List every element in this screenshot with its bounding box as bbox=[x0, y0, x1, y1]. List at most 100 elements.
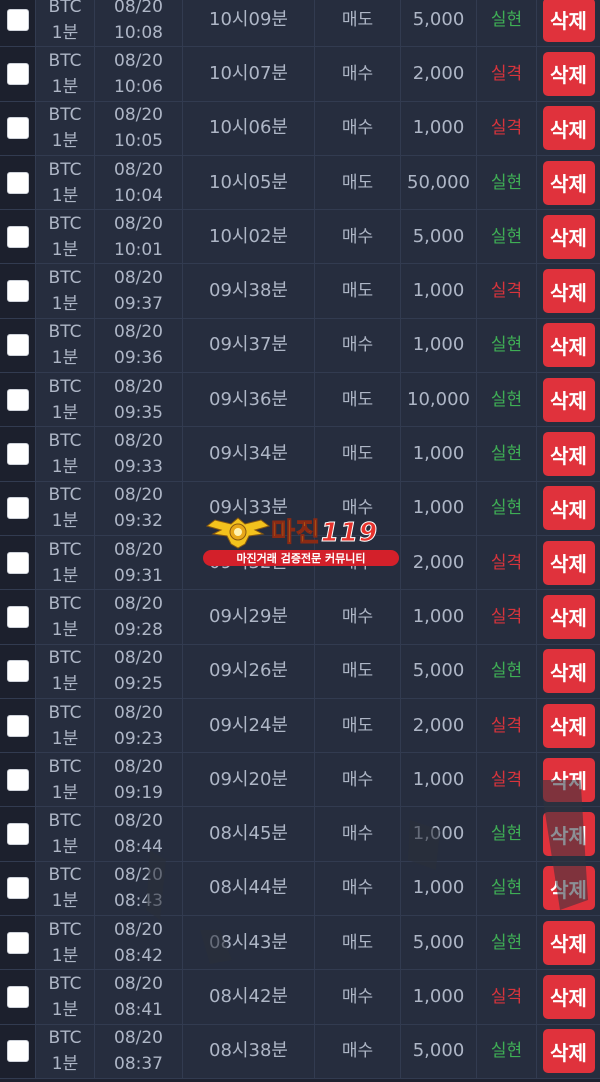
interval: 1분 bbox=[51, 511, 79, 532]
side-cell: 매수 bbox=[315, 1024, 401, 1078]
delete-button[interactable]: 삭제 bbox=[542, 486, 595, 531]
round-cell: 09시36분 bbox=[183, 373, 315, 427]
amount-cell: 10,000 bbox=[401, 373, 477, 427]
delete-button[interactable]: 삭제 bbox=[542, 703, 595, 748]
date: 08/20 bbox=[114, 322, 163, 343]
symbol: BTC bbox=[48, 648, 82, 669]
delete-button[interactable]: 삭제 bbox=[542, 377, 595, 422]
result-cell: 실격 bbox=[477, 264, 537, 318]
row-checkbox[interactable] bbox=[6, 877, 29, 900]
result-cell: 실현 bbox=[477, 916, 537, 970]
interval: 1분 bbox=[51, 891, 79, 912]
delete-button[interactable]: 삭제 bbox=[542, 0, 595, 42]
delete-button[interactable]: 삭제 bbox=[542, 106, 595, 151]
row-checkbox[interactable] bbox=[6, 334, 29, 357]
clock: 08:44 bbox=[114, 837, 163, 858]
delete-button[interactable]: 삭제 bbox=[542, 812, 595, 857]
result-cell: 실격 bbox=[477, 101, 537, 155]
row-select-cell bbox=[0, 373, 36, 427]
delete-button[interactable]: 삭제 bbox=[542, 323, 595, 368]
round-cell: 09시24분 bbox=[183, 698, 315, 753]
side-cell: 매도 bbox=[315, 916, 401, 970]
row-checkbox[interactable] bbox=[6, 1040, 29, 1063]
delete-button[interactable]: 삭제 bbox=[542, 214, 595, 259]
round-cell: 10시07분 bbox=[183, 47, 315, 101]
delete-button[interactable]: 삭제 bbox=[542, 1029, 595, 1074]
delete-button[interactable]: 삭제 bbox=[542, 432, 595, 477]
symbol: BTC bbox=[48, 268, 82, 289]
symbol-cell: BTC 1분 bbox=[36, 807, 95, 861]
row-checkbox[interactable] bbox=[6, 985, 29, 1008]
action-cell: 삭제 bbox=[537, 0, 600, 47]
symbol: BTC bbox=[48, 376, 82, 397]
row-checkbox[interactable] bbox=[6, 171, 29, 194]
amount-cell: 1,000 bbox=[401, 970, 477, 1024]
row-checkbox[interactable] bbox=[6, 605, 29, 628]
table-row: BTC 1분 08/20 09:19 09시20분 매수 1,000 실격 삭제 bbox=[0, 753, 600, 808]
symbol: BTC bbox=[48, 811, 82, 832]
row-checkbox[interactable] bbox=[6, 225, 29, 248]
datetime-cell: 08/20 09:32 bbox=[95, 481, 183, 535]
delete-button[interactable]: 삭제 bbox=[542, 51, 595, 96]
row-checkbox[interactable] bbox=[6, 443, 29, 466]
date: 08/20 bbox=[114, 431, 163, 452]
delete-button[interactable]: 삭제 bbox=[542, 269, 595, 314]
symbol-cell: BTC 1분 bbox=[36, 481, 95, 535]
side-cell: 매수 bbox=[315, 807, 401, 861]
row-select-cell bbox=[0, 318, 36, 373]
symbol: BTC bbox=[48, 539, 82, 560]
date: 08/20 bbox=[114, 539, 163, 560]
symbol: BTC bbox=[48, 919, 82, 940]
symbol: BTC bbox=[48, 159, 82, 180]
symbol: BTC bbox=[48, 50, 82, 71]
row-checkbox[interactable] bbox=[6, 714, 29, 737]
symbol-cell: BTC 1분 bbox=[36, 0, 95, 47]
symbol: BTC bbox=[48, 702, 82, 723]
result-cell: 실현 bbox=[477, 644, 537, 698]
interval: 1분 bbox=[51, 837, 79, 858]
delete-button[interactable]: 삭제 bbox=[542, 540, 595, 585]
date: 08/20 bbox=[114, 105, 163, 126]
symbol-cell: BTC 1분 bbox=[36, 427, 95, 481]
row-checkbox[interactable] bbox=[6, 497, 29, 520]
row-checkbox[interactable] bbox=[6, 551, 29, 574]
action-cell: 삭제 bbox=[537, 47, 600, 101]
symbol-cell: BTC 1분 bbox=[36, 210, 95, 264]
row-checkbox[interactable] bbox=[6, 388, 29, 411]
delete-button[interactable]: 삭제 bbox=[542, 757, 595, 802]
action-cell: 삭제 bbox=[537, 427, 600, 481]
clock: 10:04 bbox=[114, 185, 163, 206]
row-select-cell bbox=[0, 807, 36, 861]
datetime-cell: 08/20 10:01 bbox=[95, 210, 183, 264]
clock: 09:32 bbox=[114, 511, 163, 532]
row-checkbox[interactable] bbox=[6, 931, 29, 954]
interval: 1분 bbox=[51, 999, 79, 1020]
row-checkbox[interactable] bbox=[6, 62, 29, 85]
action-cell: 삭제 bbox=[537, 970, 600, 1024]
row-checkbox[interactable] bbox=[6, 768, 29, 791]
delete-button[interactable]: 삭제 bbox=[542, 594, 595, 639]
clock: 10:05 bbox=[114, 131, 163, 152]
result-cell: 실현 bbox=[477, 210, 537, 264]
row-checkbox[interactable] bbox=[6, 280, 29, 303]
side-cell: 매도 bbox=[315, 0, 401, 47]
symbol: BTC bbox=[48, 322, 82, 343]
delete-button[interactable]: 삭제 bbox=[542, 160, 595, 205]
amount-cell: 5,000 bbox=[401, 1024, 477, 1078]
row-checkbox[interactable] bbox=[6, 117, 29, 140]
table-row: BTC 1분 08/20 09:37 09시38분 매도 1,000 실격 삭제 bbox=[0, 264, 600, 319]
row-checkbox[interactable] bbox=[6, 823, 29, 846]
delete-button[interactable]: 삭제 bbox=[542, 649, 595, 694]
clock: 10:06 bbox=[114, 76, 163, 97]
date: 08/20 bbox=[114, 50, 163, 71]
result-cell: 실현 bbox=[477, 318, 537, 373]
interval: 1분 bbox=[51, 565, 79, 586]
delete-button[interactable]: 삭제 bbox=[542, 866, 595, 911]
row-checkbox[interactable] bbox=[6, 8, 29, 31]
interval: 1분 bbox=[51, 1054, 79, 1075]
row-select-cell bbox=[0, 535, 36, 590]
clock: 09:36 bbox=[114, 348, 163, 369]
delete-button[interactable]: 삭제 bbox=[542, 920, 595, 965]
delete-button[interactable]: 삭제 bbox=[542, 974, 595, 1019]
row-checkbox[interactable] bbox=[6, 660, 29, 683]
